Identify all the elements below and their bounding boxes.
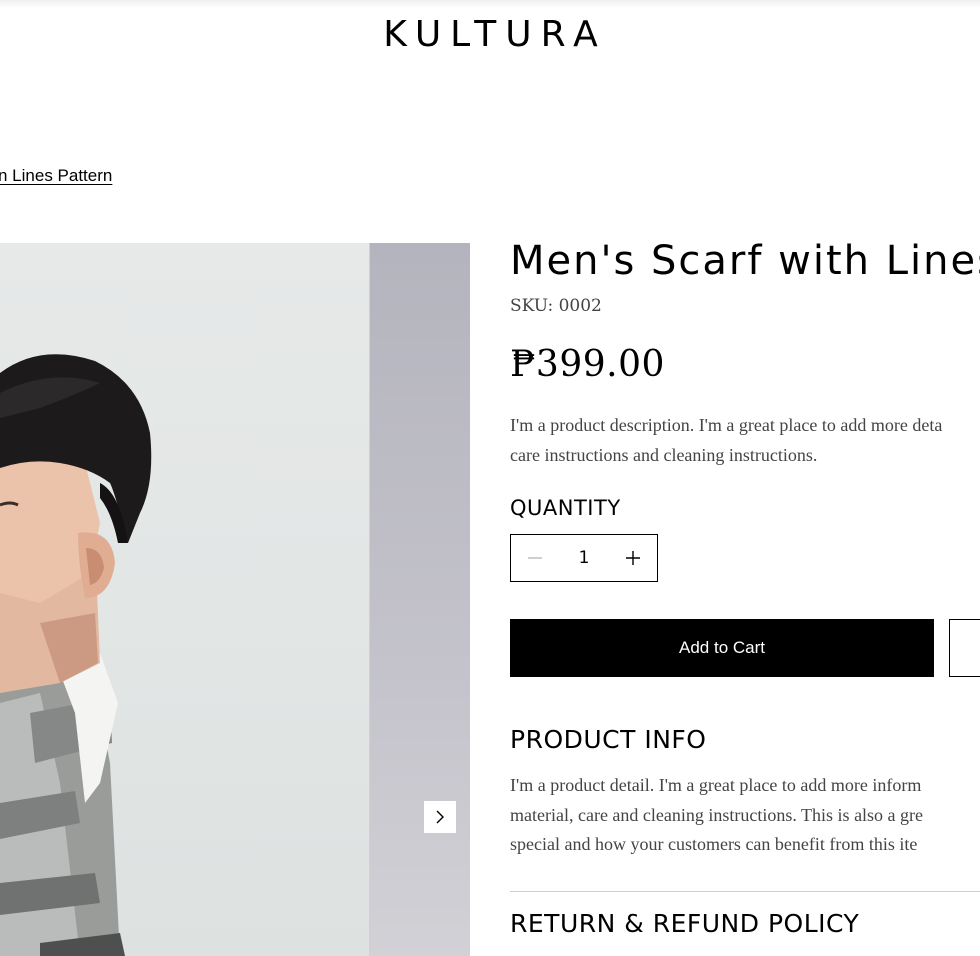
product-sku: SKU: 0002: [510, 296, 602, 316]
quantity-input[interactable]: 1: [559, 548, 609, 568]
quantity-stepper: 1: [510, 534, 658, 582]
wishlist-button[interactable]: [949, 619, 980, 677]
minus-icon: [528, 557, 542, 559]
description-line: I'm a product description. I'm a great p…: [510, 415, 943, 435]
site-logo[interactable]: KULTURA: [0, 14, 980, 55]
info-line: I'm a product detail. I'm a great place …: [510, 775, 922, 795]
product-info-text: I'm a product detail. I'm a great place …: [510, 771, 980, 860]
quantity-decrease-button[interactable]: [511, 535, 559, 581]
info-line: special and how your customers can benef…: [510, 834, 918, 854]
chevron-right-icon: [436, 810, 444, 824]
product-photo-next[interactable]: [369, 243, 470, 956]
info-line: material, care and cleaning instructions…: [510, 804, 924, 825]
refund-policy-heading[interactable]: RETURN & REFUND POLICY: [510, 909, 859, 938]
header-shadow: [0, 0, 980, 8]
add-to-cart-button[interactable]: Add to Cart: [510, 619, 934, 677]
quantity-increase-button[interactable]: [609, 535, 657, 581]
product-gallery[interactable]: [0, 243, 470, 956]
model-illustration: [0, 354, 152, 956]
product-price: ₱399.00: [510, 344, 665, 385]
product-info-heading[interactable]: PRODUCT INFO: [510, 725, 706, 754]
breadcrumb-current[interactable]: n Lines Pattern: [0, 166, 112, 186]
description-line: care instructions and cleaning instructi…: [510, 445, 818, 465]
plus-icon: [626, 551, 640, 565]
product-photo[interactable]: [0, 243, 369, 956]
gallery-next-button[interactable]: [424, 801, 456, 833]
section-divider: [510, 891, 980, 892]
product-title: Men's Scarf with Lines: [510, 238, 980, 284]
quantity-label: QUANTITY: [510, 496, 621, 520]
product-description: I'm a product description. I'm a great p…: [510, 410, 980, 470]
